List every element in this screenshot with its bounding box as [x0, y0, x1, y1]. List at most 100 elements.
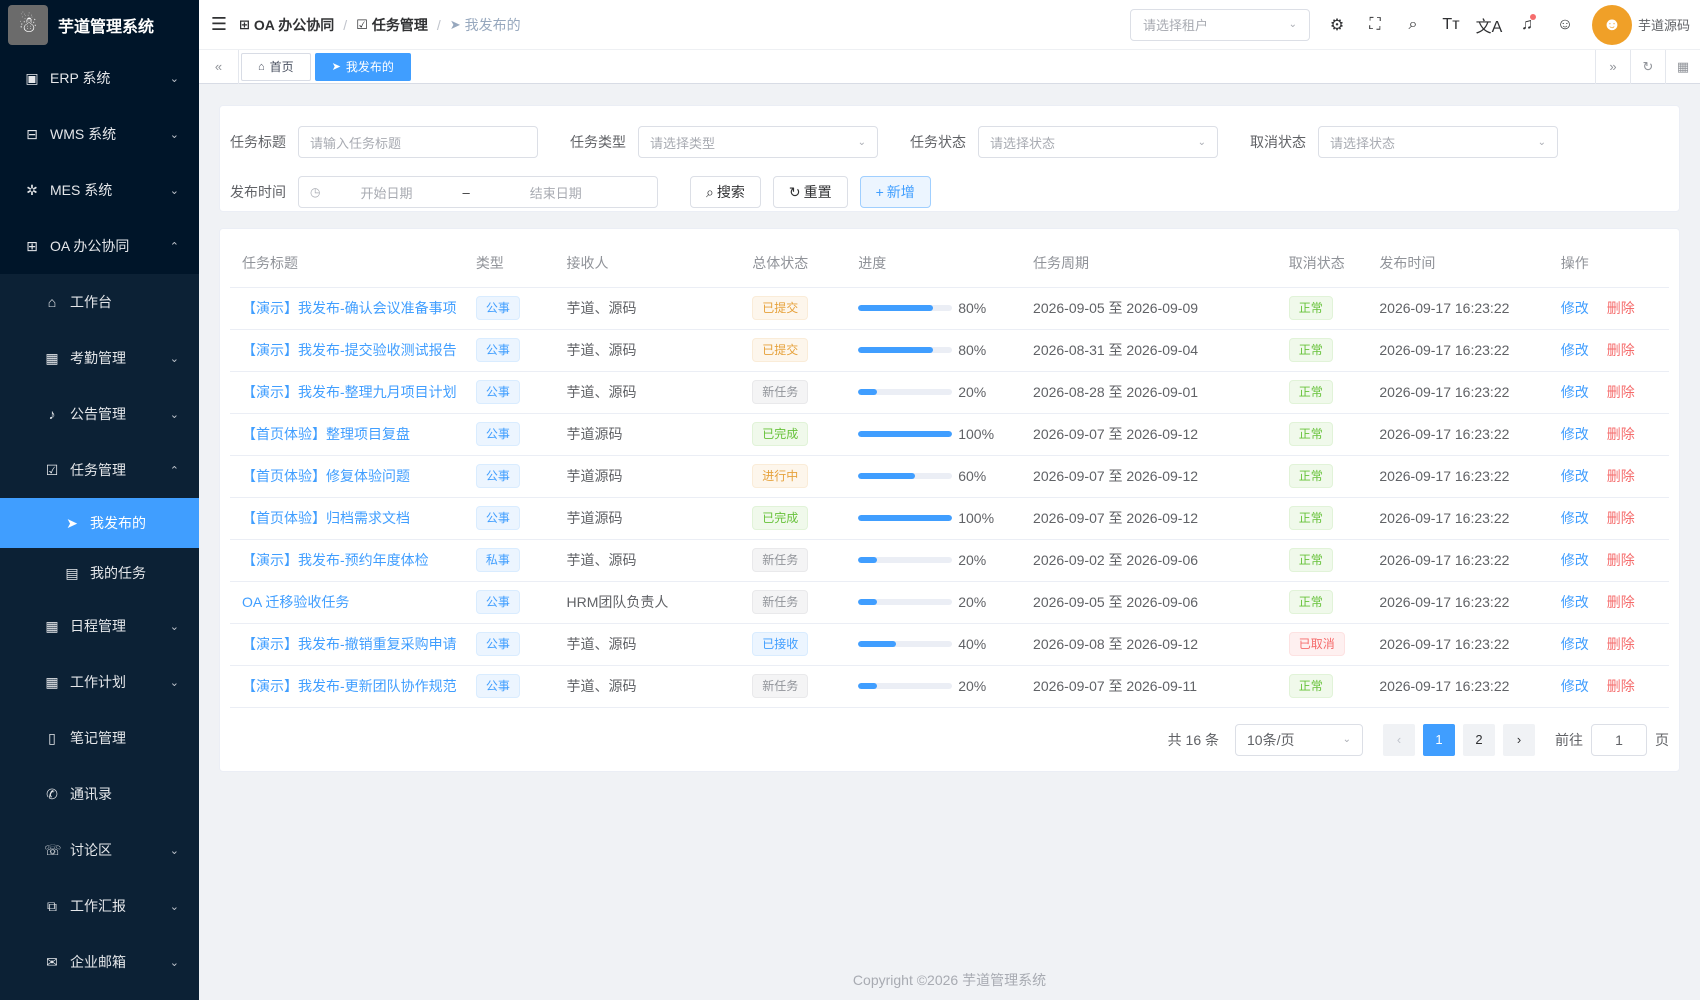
- task-title-link[interactable]: OA 迁移验收任务: [242, 594, 349, 610]
- delete-button[interactable]: 删除: [1607, 678, 1635, 694]
- page-button-2[interactable]: 2: [1463, 723, 1495, 756]
- search-button[interactable]: ⌕ 搜索: [690, 176, 761, 208]
- edit-button[interactable]: 修改: [1561, 552, 1589, 568]
- font-size-icon[interactable]: Tт: [1432, 16, 1470, 34]
- edit-button[interactable]: 修改: [1561, 510, 1589, 526]
- sidebar-oa-item-2[interactable]: ♪ 公告管理 ⌄: [0, 386, 199, 442]
- cell-time: 2026-09-17 16:23:22: [1367, 623, 1549, 666]
- sidebar-oa-rest-item-4[interactable]: ☏ 讨论区 ⌄: [0, 822, 199, 878]
- cancel-status-select[interactable]: 请选择状态 ⌄: [1318, 126, 1558, 158]
- tags-scroll-left-icon[interactable]: «: [199, 49, 239, 84]
- delete-button[interactable]: 删除: [1607, 552, 1635, 568]
- task-status-select[interactable]: 请选择状态 ⌄: [978, 126, 1218, 158]
- edit-button[interactable]: 修改: [1561, 384, 1589, 400]
- translate-icon[interactable]: 文A: [1470, 13, 1508, 37]
- progress-bar: [858, 641, 953, 647]
- edit-button[interactable]: 修改: [1561, 426, 1589, 442]
- task-title-link[interactable]: 【演示】我发布-撤销重复采购申请: [242, 636, 457, 652]
- add-button[interactable]: + 新增: [859, 176, 931, 208]
- breadcrumb-item-task[interactable]: ☑ 任务管理: [356, 15, 428, 35]
- cell-progress: 80%: [846, 287, 1022, 330]
- column-header: 任务周期: [1021, 239, 1277, 288]
- progress: 100%: [858, 510, 1021, 526]
- task-table: 任务标题 类型 接收人 总体状态 进度 任务周期 取消状态 发布时间 操作 【演示】我发布-确认…: [230, 239, 1669, 708]
- delete-button[interactable]: 删除: [1607, 636, 1635, 652]
- sidebar-item-1[interactable]: ⊟ WMS 系统 ⌄: [0, 106, 199, 162]
- task-title-link[interactable]: 【首页体验】归档需求文档: [242, 510, 410, 526]
- task-title-link[interactable]: 【首页体验】整理项目复盘: [242, 426, 410, 442]
- tenant-select[interactable]: 请选择租户 ⌄: [1129, 8, 1310, 41]
- sidebar-task-item-0[interactable]: ➤ 我发布的: [0, 498, 199, 548]
- edit-button[interactable]: 修改: [1561, 342, 1589, 358]
- refresh-icon[interactable]: ↻: [1630, 49, 1665, 84]
- edit-button[interactable]: 修改: [1561, 678, 1589, 694]
- sidebar-oa-rest-item-1[interactable]: ▦ 工作计划 ⌄: [0, 654, 199, 710]
- sidebar-oa-rest-item-2[interactable]: ▯ 笔记管理: [0, 710, 199, 766]
- delete-button[interactable]: 删除: [1607, 426, 1635, 442]
- task-title-input[interactable]: 请输入任务标题: [298, 126, 538, 158]
- table-row: 【演示】我发布-更新团队协作规范 公事 芋道、源码 新任务 20% 2026-09-07 …: [230, 665, 1669, 708]
- cell-cancel: 正常: [1276, 371, 1368, 414]
- delete-button[interactable]: 删除: [1607, 384, 1635, 400]
- sidebar-oa-rest-item-6[interactable]: ✉ 企业邮箱 ⌄: [0, 934, 199, 990]
- publish-time-range[interactable]: ◷ 开始日期 – 结束日期: [298, 176, 658, 208]
- task-title-link[interactable]: 【演示】我发布-更新团队协作规范: [242, 678, 457, 694]
- task-title-link[interactable]: 【演示】我发布-确认会议准备事项: [242, 300, 457, 316]
- type-tag: 私事: [475, 548, 520, 572]
- sidebar-item-0[interactable]: ▣ ERP 系统 ⌄: [0, 50, 199, 106]
- avatar[interactable]: ☻: [1591, 4, 1632, 45]
- delete-button[interactable]: 删除: [1607, 594, 1635, 610]
- cell-title: 【演示】我发布-确认会议准备事项: [230, 287, 464, 330]
- sidebar-oa-rest-item-5[interactable]: ⧉ 工作汇报 ⌄: [0, 878, 199, 934]
- bell-icon[interactable]: ♫: [1508, 13, 1546, 34]
- settings-icon[interactable]: ⚙: [1318, 15, 1356, 35]
- edit-button[interactable]: 修改: [1561, 636, 1589, 652]
- tags-scroll-right-icon[interactable]: »: [1595, 49, 1630, 84]
- task-title-link[interactable]: 【演示】我发布-提交验收测试报告: [242, 342, 457, 358]
- task-title-link[interactable]: 【首页体验】修复体验问题: [242, 468, 410, 484]
- page-button-1[interactable]: 1: [1423, 723, 1455, 756]
- breadcrumb-label: OA 办公协同: [253, 16, 335, 33]
- delete-button[interactable]: 删除: [1607, 300, 1635, 316]
- edit-button[interactable]: 修改: [1561, 594, 1589, 610]
- prev-page-button[interactable]: ‹: [1383, 723, 1415, 756]
- sidebar-oa-item-1[interactable]: ▦ 考勤管理 ⌄: [0, 330, 199, 386]
- reset-button[interactable]: ↻ 重置: [772, 176, 848, 208]
- hamburger-icon[interactable]: ☰: [199, 14, 239, 35]
- menu-icon: ✆: [46, 785, 58, 802]
- username[interactable]: 芋道源码: [1638, 15, 1690, 34]
- search-icon[interactable]: ⌕: [1394, 16, 1432, 34]
- sidebar-item-3[interactable]: ⊞ OA 办公协同 ⌃: [0, 218, 199, 274]
- cell-time: 2026-09-17 16:23:22: [1367, 497, 1549, 540]
- logo-image: ☃: [8, 5, 48, 45]
- fullscreen-icon[interactable]: ⛶: [1356, 16, 1394, 34]
- task-type-select[interactable]: 请选择类型 ⌄: [638, 126, 878, 158]
- tag-my-published[interactable]: ➤ 我发布的: [314, 52, 411, 81]
- sidebar-oa-rest-item-3[interactable]: ✆ 通讯录: [0, 766, 199, 822]
- grid-menu-icon[interactable]: ▦: [1665, 49, 1700, 84]
- sidebar-oa-rest-item-7[interactable]: ▭企业网盘⌄: [0, 990, 199, 1000]
- sidebar-oa-rest-item-0[interactable]: ▦ 日程管理 ⌄: [0, 598, 199, 654]
- delete-button[interactable]: 删除: [1607, 468, 1635, 484]
- task-title-link[interactable]: 【演示】我发布-预约年度体检: [242, 552, 429, 568]
- cell-progress: 20%: [846, 581, 1022, 624]
- edit-button[interactable]: 修改: [1561, 468, 1589, 484]
- goto-page-input[interactable]: 1: [1591, 723, 1647, 756]
- page-size-select[interactable]: 10条/页 ⌄: [1235, 723, 1363, 756]
- chat-icon[interactable]: ☺: [1546, 16, 1584, 34]
- chevron-icon: ⌄: [169, 676, 179, 689]
- sidebar-item-2[interactable]: ✲ MES 系统 ⌄: [0, 162, 199, 218]
- tag-home[interactable]: ⌂ 首页: [241, 52, 311, 81]
- delete-button[interactable]: 删除: [1607, 342, 1635, 358]
- cell-type: 公事: [463, 413, 555, 456]
- sidebar-oa-item-0[interactable]: ⌂ 工作台: [0, 274, 199, 330]
- delete-button[interactable]: 删除: [1607, 510, 1635, 526]
- task-title-link[interactable]: 【演示】我发布-整理九月项目计划: [242, 384, 457, 400]
- logo[interactable]: ☃ 芋道管理系统: [0, 0, 199, 50]
- edit-button[interactable]: 修改: [1561, 300, 1589, 316]
- next-page-button[interactable]: ›: [1503, 723, 1535, 756]
- sidebar-task-item-1[interactable]: ▤ 我的任务: [0, 548, 199, 598]
- breadcrumb-item-oa[interactable]: ⊞ OA 办公协同: [239, 15, 334, 35]
- sidebar-oa-item-3[interactable]: ☑ 任务管理 ⌃: [0, 442, 199, 498]
- breadcrumb-separator: /: [436, 16, 441, 33]
